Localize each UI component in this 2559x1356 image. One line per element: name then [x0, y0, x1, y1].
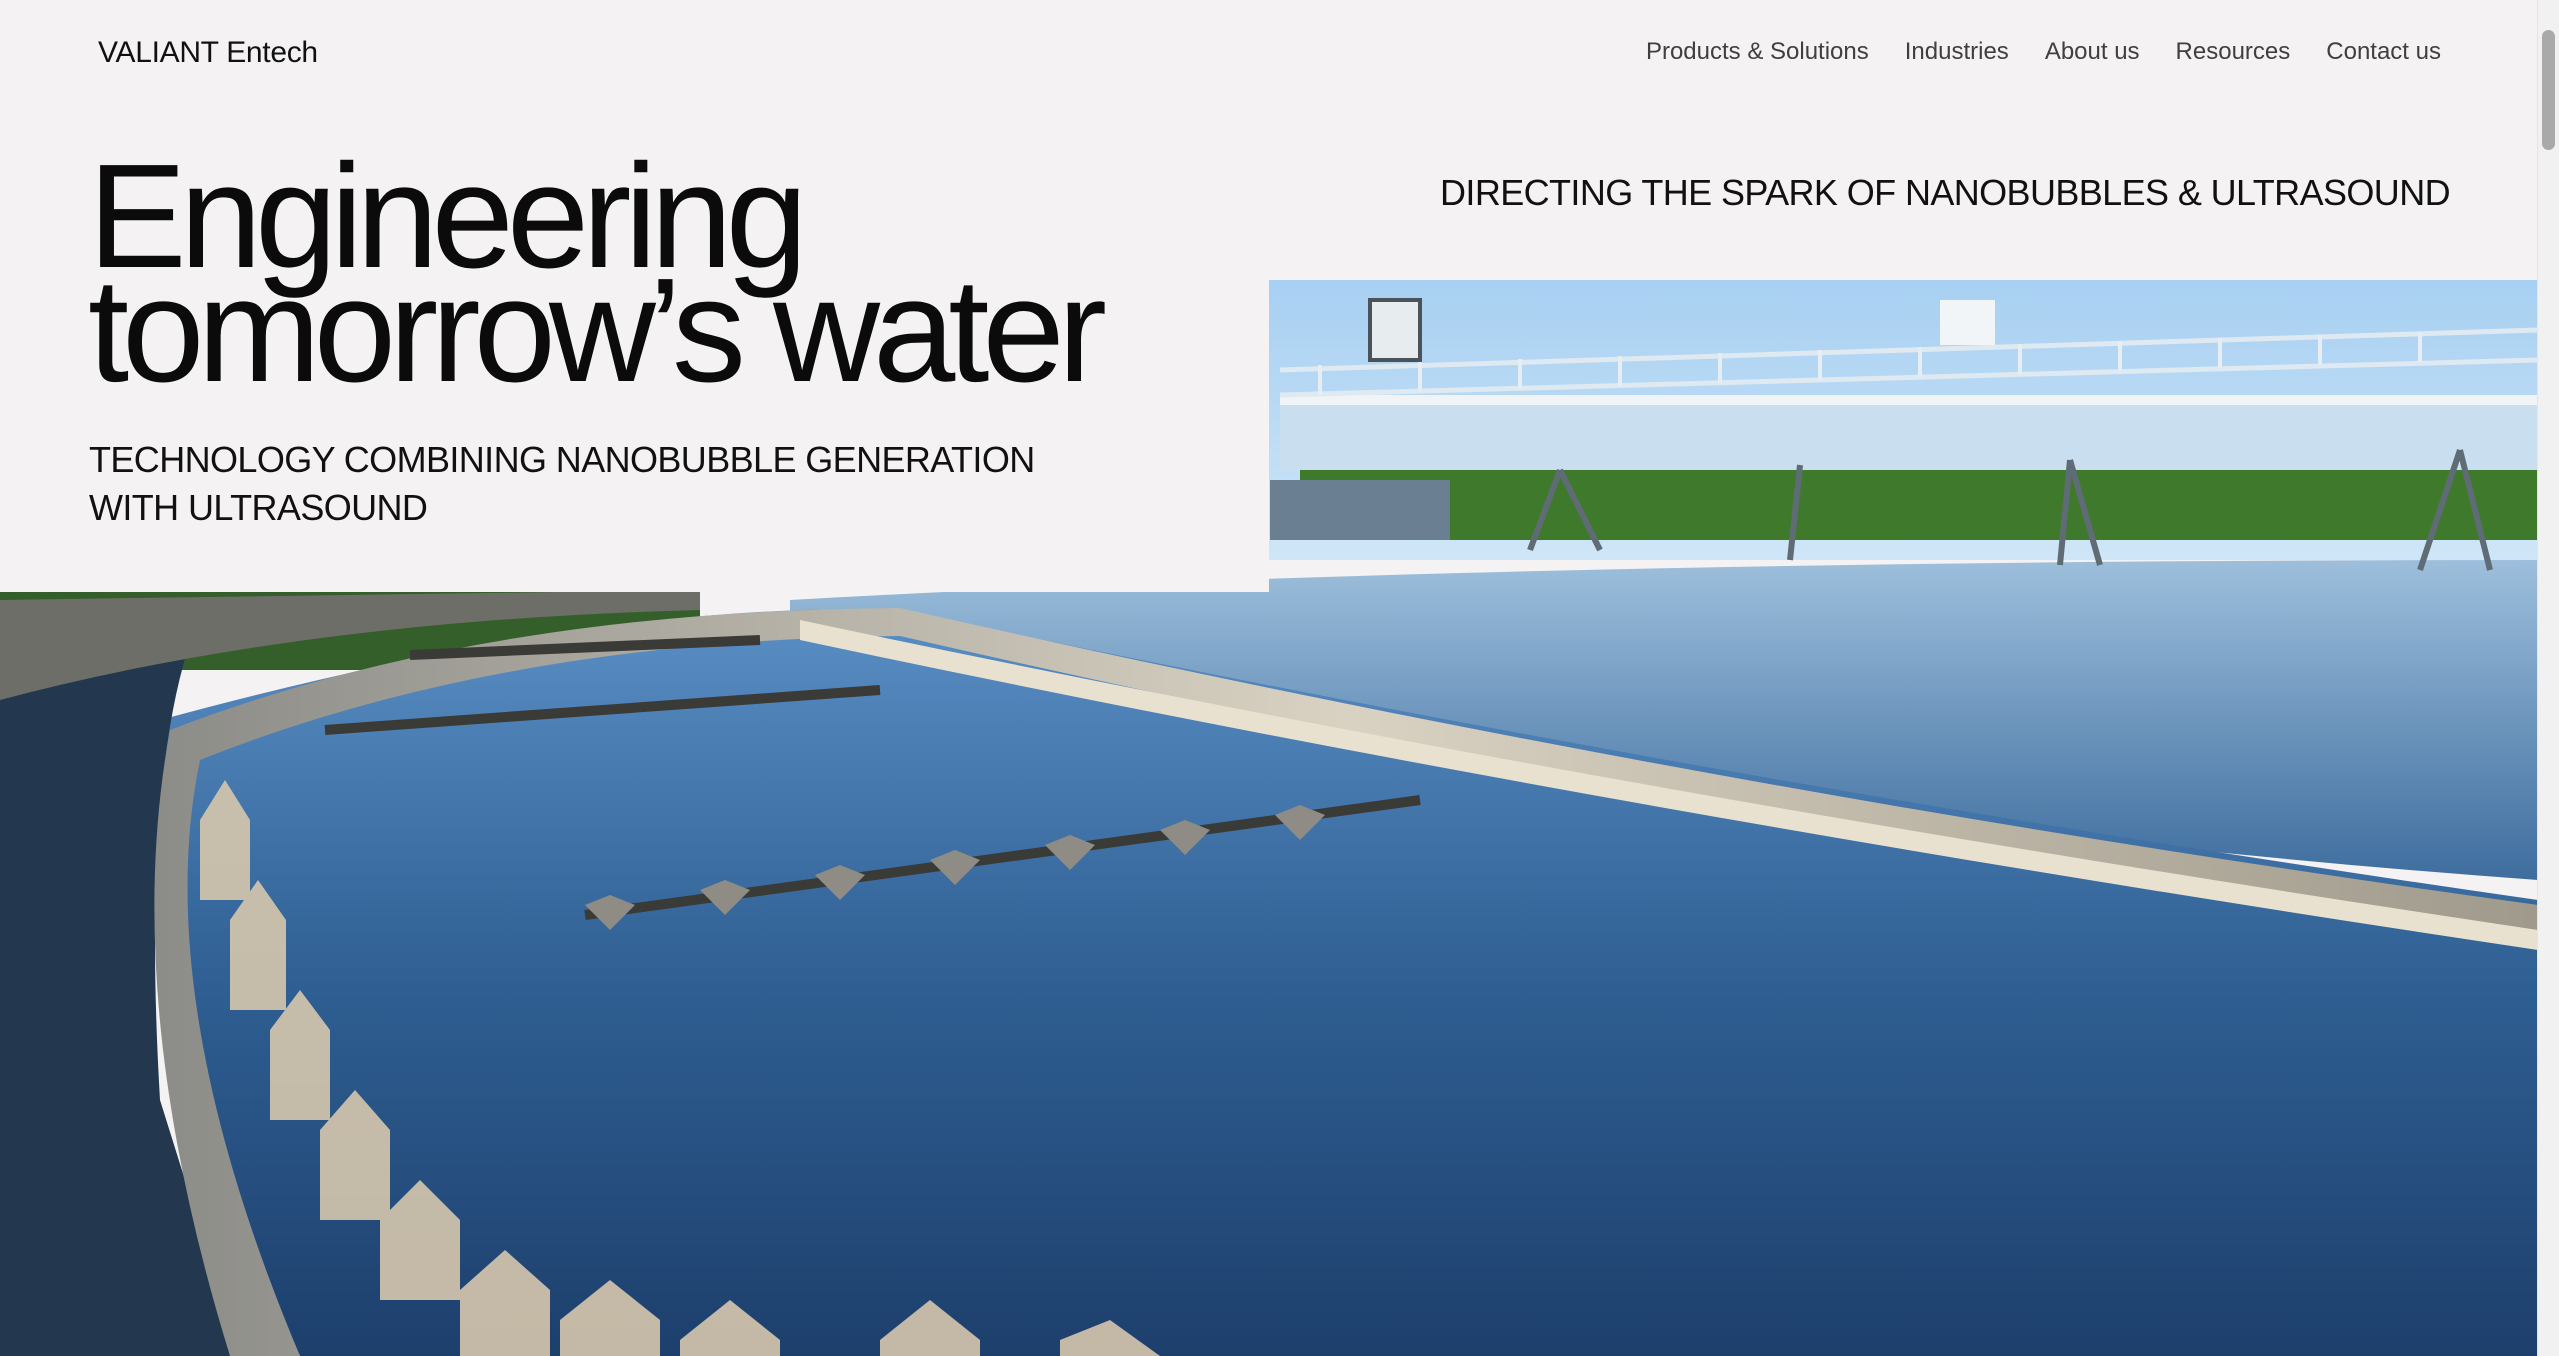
- hero-subtitle-line-1: TECHNOLOGY COMBINING NANOBUBBLE GENERATI…: [89, 439, 1035, 480]
- hero-title-line-2: tomorrow’s water: [88, 248, 1107, 413]
- vertical-scrollbar[interactable]: [2537, 0, 2559, 1356]
- nav-item-industries[interactable]: Industries: [1905, 38, 2009, 66]
- scrollbar-thumb[interactable]: [2542, 30, 2555, 150]
- page-content: VALIANT Entech Products & Solutions Indu…: [0, 0, 2559, 1356]
- nav-item-products-solutions[interactable]: Products & Solutions: [1646, 38, 1869, 66]
- hero-subtitle: TECHNOLOGY COMBINING NANOBUBBLE GENERATI…: [89, 436, 1049, 532]
- brand-logo[interactable]: VALIANT Entech: [98, 36, 318, 70]
- page: VALIANT Entech Products & Solutions Indu…: [0, 0, 2559, 1356]
- hero-title: Engineering tomorrow’s water: [88, 143, 1107, 413]
- main-nav: Products & Solutions Industries About us…: [1646, 38, 2441, 66]
- hero-tagline: DIRECTING THE SPARK OF NANOBUBBLES & ULT…: [1440, 172, 2451, 213]
- nav-item-about-us[interactable]: About us: [2045, 38, 2140, 66]
- hero-subtitle-line-2: WITH ULTRASOUND: [89, 487, 428, 528]
- nav-item-contact-us[interactable]: Contact us: [2326, 38, 2441, 66]
- nav-item-resources[interactable]: Resources: [2176, 38, 2291, 66]
